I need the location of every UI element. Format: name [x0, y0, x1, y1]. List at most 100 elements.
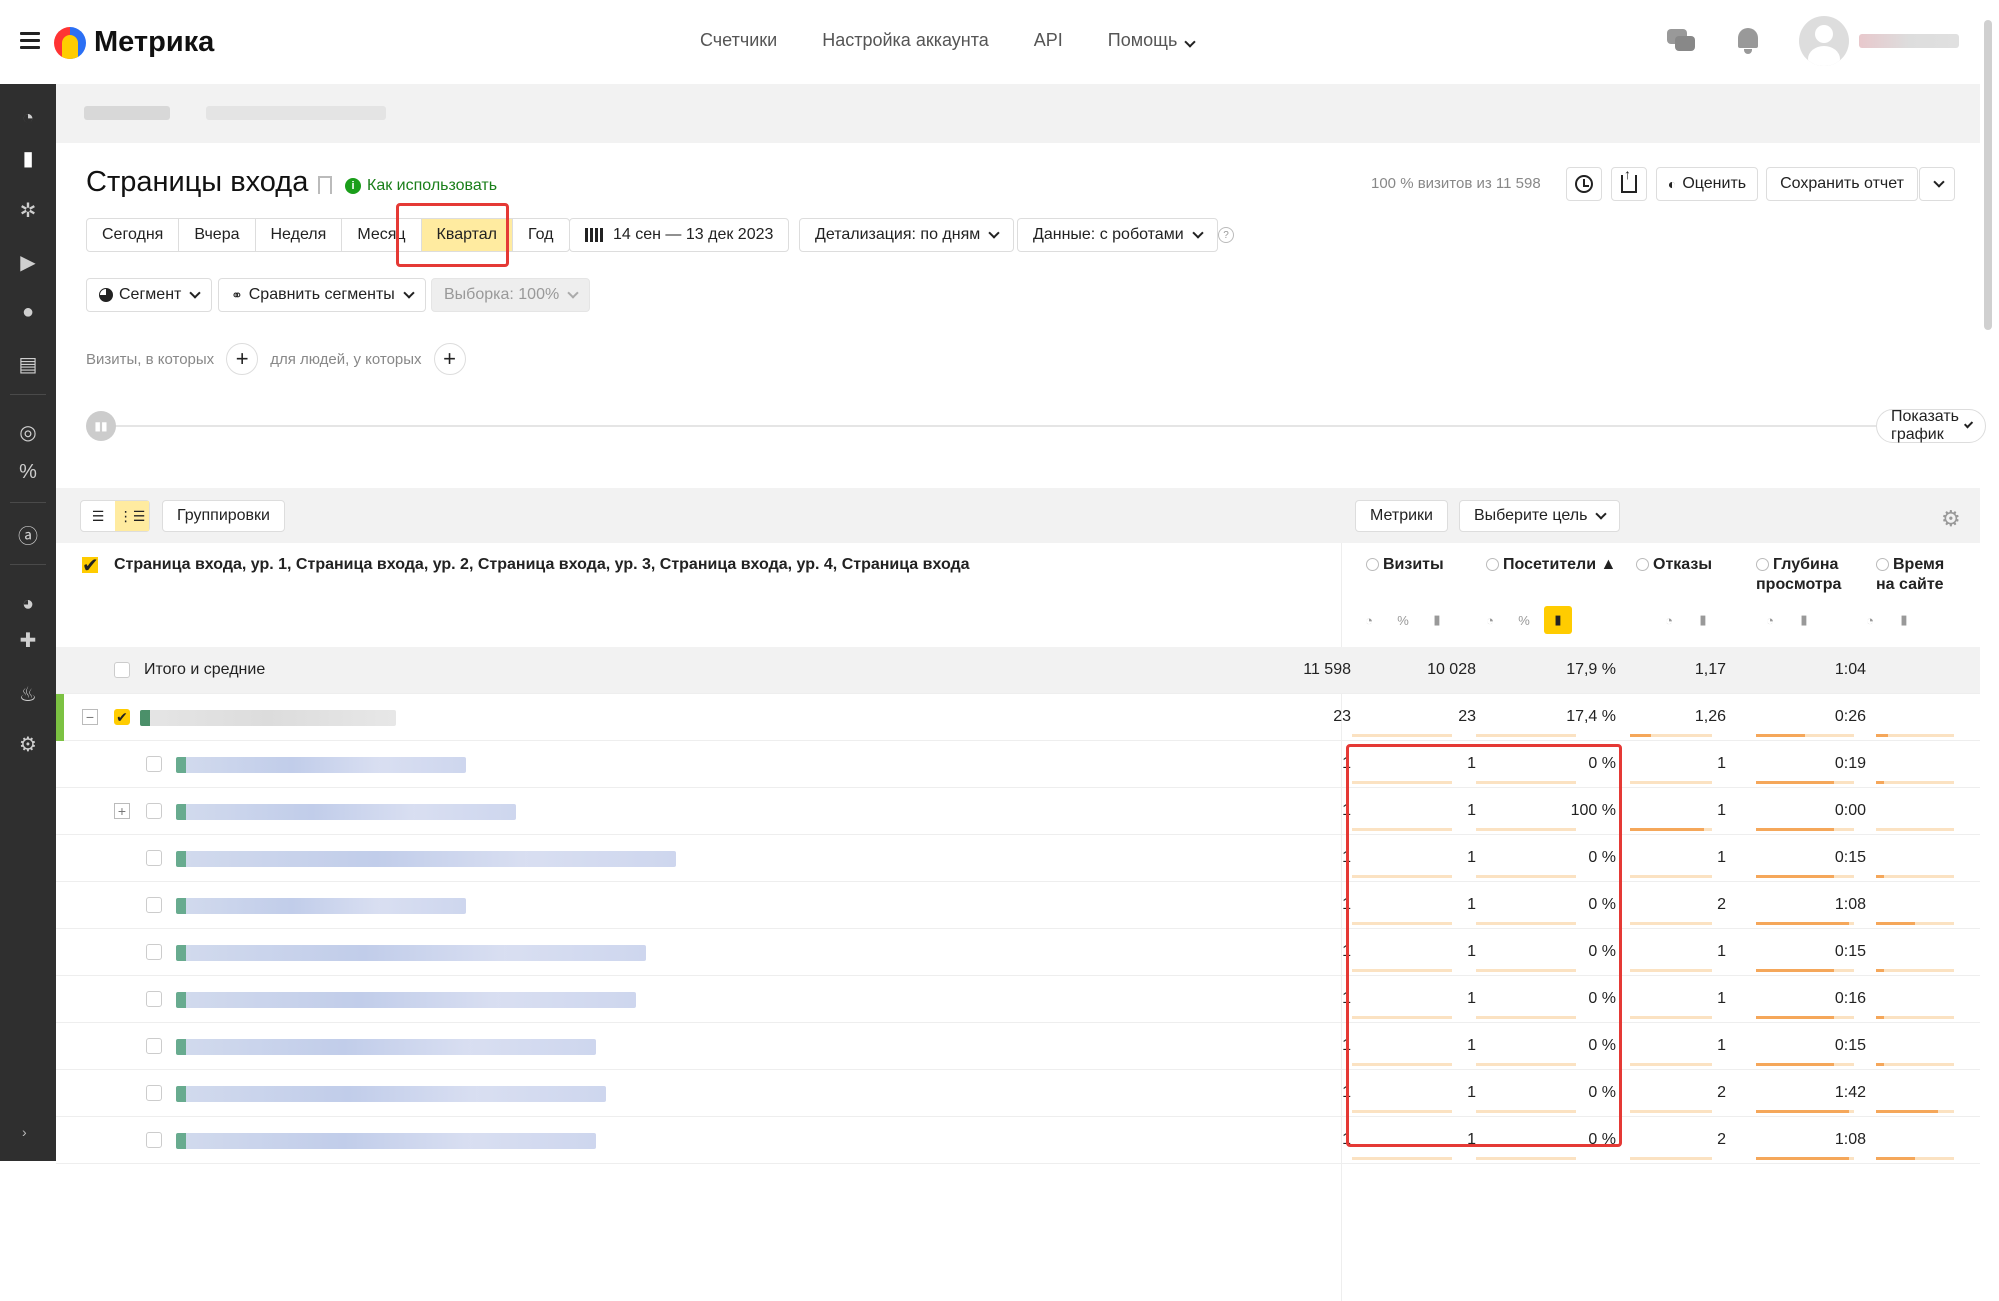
expand-icon[interactable]: +: [114, 803, 130, 819]
table-row[interactable]: 110 % 1 0:19: [56, 741, 1980, 788]
row-checkbox[interactable]: [146, 850, 162, 866]
breadcrumb-item-blurred[interactable]: [84, 106, 170, 120]
row-checkbox[interactable]: [146, 897, 162, 913]
help-icon[interactable]: [1486, 558, 1499, 572]
row-label-blurred[interactable]: [176, 804, 516, 820]
row-checkbox[interactable]: [146, 1132, 162, 1148]
plugins-icon[interactable]: ✚: [16, 628, 40, 652]
row-checkbox[interactable]: [146, 803, 162, 819]
breadcrumb-item-blurred[interactable]: [206, 106, 386, 120]
row-label-blurred[interactable]: [176, 992, 636, 1008]
webvisor-icon[interactable]: ▶: [16, 250, 40, 274]
help-icon[interactable]: [1636, 558, 1649, 572]
reports-icon[interactable]: ▮: [16, 146, 40, 170]
ab-test-icon[interactable]: ⓐ: [16, 522, 40, 548]
row-checkbox[interactable]: [146, 944, 162, 960]
table-row[interactable]: 110 % 1 0:16: [56, 976, 1980, 1023]
period-week[interactable]: Неделя: [256, 219, 343, 251]
row-label-blurred[interactable]: [176, 945, 646, 961]
chat-icon[interactable]: [1667, 29, 1697, 53]
pie-view-icon[interactable]: ◔: [1756, 606, 1784, 634]
pie-chart-icon[interactable]: ◕: [16, 592, 40, 616]
bar-view-icon[interactable]: ▮: [1890, 606, 1918, 634]
collapse-icon[interactable]: −: [82, 709, 98, 725]
dimensions-checkbox[interactable]: ✔: [82, 553, 99, 578]
expand-sidebar-icon[interactable]: ›: [22, 1124, 27, 1140]
nav-api[interactable]: API: [1034, 30, 1063, 51]
gear-icon[interactable]: ⚙: [1941, 506, 1961, 532]
list-view-icon[interactable]: ☰: [81, 501, 115, 531]
add-visit-condition-button[interactable]: +: [226, 343, 259, 375]
scrollbar[interactable]: [1984, 20, 1992, 330]
row-label-blurred[interactable]: [176, 1086, 606, 1102]
audience-icon[interactable]: ●: [16, 300, 40, 324]
table-row[interactable]: 110 % 2 1:42: [56, 1070, 1980, 1117]
row-checkbox[interactable]: [114, 662, 130, 678]
groupings-button[interactable]: Группировки: [162, 500, 285, 532]
row-checkbox[interactable]: [146, 991, 162, 1007]
goal-dropdown[interactable]: Выберите цель: [1459, 500, 1621, 532]
column-header[interactable]: Визиты: [1366, 555, 1444, 575]
column-header[interactable]: Время на сайте: [1876, 555, 1944, 595]
show-graph-button[interactable]: Показать график: [1876, 408, 1987, 443]
help-icon[interactable]: [1876, 558, 1889, 572]
nav-account-settings[interactable]: Настройка аккаунта: [822, 30, 989, 51]
nav-help[interactable]: Помощь: [1108, 30, 1197, 51]
table-row[interactable]: 110 % 1 0:15: [56, 929, 1980, 976]
menu-icon[interactable]: [20, 32, 40, 49]
row-label-blurred[interactable]: [176, 898, 466, 914]
pie-view-icon[interactable]: ◔: [1655, 606, 1683, 634]
row-label-blurred[interactable]: [176, 1039, 596, 1055]
row-label-blurred[interactable]: [176, 1133, 596, 1149]
segment-button[interactable]: Сегмент: [86, 278, 213, 312]
rate-button[interactable]: ◐ Оценить: [1656, 167, 1758, 201]
goals-icon[interactable]: ◎: [16, 420, 40, 444]
table-row[interactable]: 110 % 2 1:08: [56, 882, 1980, 929]
fire-icon[interactable]: ♨: [16, 682, 40, 706]
column-header[interactable]: Отказы: [1636, 555, 1712, 575]
bell-icon[interactable]: [1737, 28, 1759, 54]
percent-view-icon[interactable]: %: [1510, 606, 1538, 634]
table-row[interactable]: +1 1 100 % 1 0:00: [56, 788, 1980, 835]
username-blurred[interactable]: [1859, 34, 1959, 48]
save-report-menu-button[interactable]: [1919, 167, 1955, 201]
pie-view-icon[interactable]: ◔: [1355, 606, 1383, 634]
history-button[interactable]: [1566, 167, 1602, 201]
export-button[interactable]: [1611, 166, 1647, 201]
column-header[interactable]: Глубина просмотра: [1756, 555, 1841, 595]
segments-icon[interactable]: ✲: [16, 198, 40, 222]
bar-view-icon[interactable]: ▮: [1423, 606, 1451, 634]
row-checkbox[interactable]: ✔: [114, 709, 130, 725]
row-label-blurred[interactable]: [176, 851, 676, 867]
row-checkbox[interactable]: [146, 1038, 162, 1054]
dashboard-icon[interactable]: ◔: [16, 106, 40, 130]
pie-view-icon[interactable]: ◔: [1476, 606, 1504, 634]
data-dropdown[interactable]: Данные: с роботами: [1017, 218, 1218, 252]
logo[interactable]: Метрика: [54, 26, 214, 59]
metrics-button[interactable]: Метрики: [1355, 500, 1448, 532]
row-checkbox[interactable]: [146, 1085, 162, 1101]
date-range-button[interactable]: 14 сен — 13 дек 2023: [569, 218, 790, 252]
sample-button[interactable]: Выборка: 100%: [431, 278, 591, 312]
chart-icon[interactable]: ▮▮: [86, 411, 116, 441]
row-checkbox[interactable]: [146, 756, 162, 772]
avatar[interactable]: [1799, 16, 1849, 66]
help-icon[interactable]: [1756, 558, 1769, 572]
add-people-condition-button[interactable]: +: [433, 343, 466, 375]
tree-view-icon[interactable]: ⋮☰: [115, 501, 149, 531]
row-label-blurred[interactable]: [140, 710, 396, 726]
table-row[interactable]: 110 % 1 0:15: [56, 835, 1980, 882]
column-header[interactable]: Посетители ▲: [1486, 555, 1616, 575]
table-row[interactable]: 110 % 2 1:08: [56, 1117, 1980, 1164]
bookmark-icon[interactable]: [318, 176, 332, 194]
percent-view-icon[interactable]: %: [1389, 606, 1417, 634]
detail-dropdown[interactable]: Детализация: по дням: [799, 218, 1015, 252]
help-icon[interactable]: [1366, 558, 1379, 572]
settings-icon[interactable]: ⚙: [16, 732, 40, 756]
maps-icon[interactable]: ▤: [16, 352, 40, 376]
table-row[interactable]: 110 % 1 0:15: [56, 1023, 1980, 1070]
help-icon[interactable]: ?: [1218, 227, 1234, 243]
conversion-icon[interactable]: %: [16, 460, 40, 484]
bar-view-icon[interactable]: ▮: [1790, 606, 1818, 634]
nav-counters[interactable]: Счетчики: [700, 30, 777, 51]
